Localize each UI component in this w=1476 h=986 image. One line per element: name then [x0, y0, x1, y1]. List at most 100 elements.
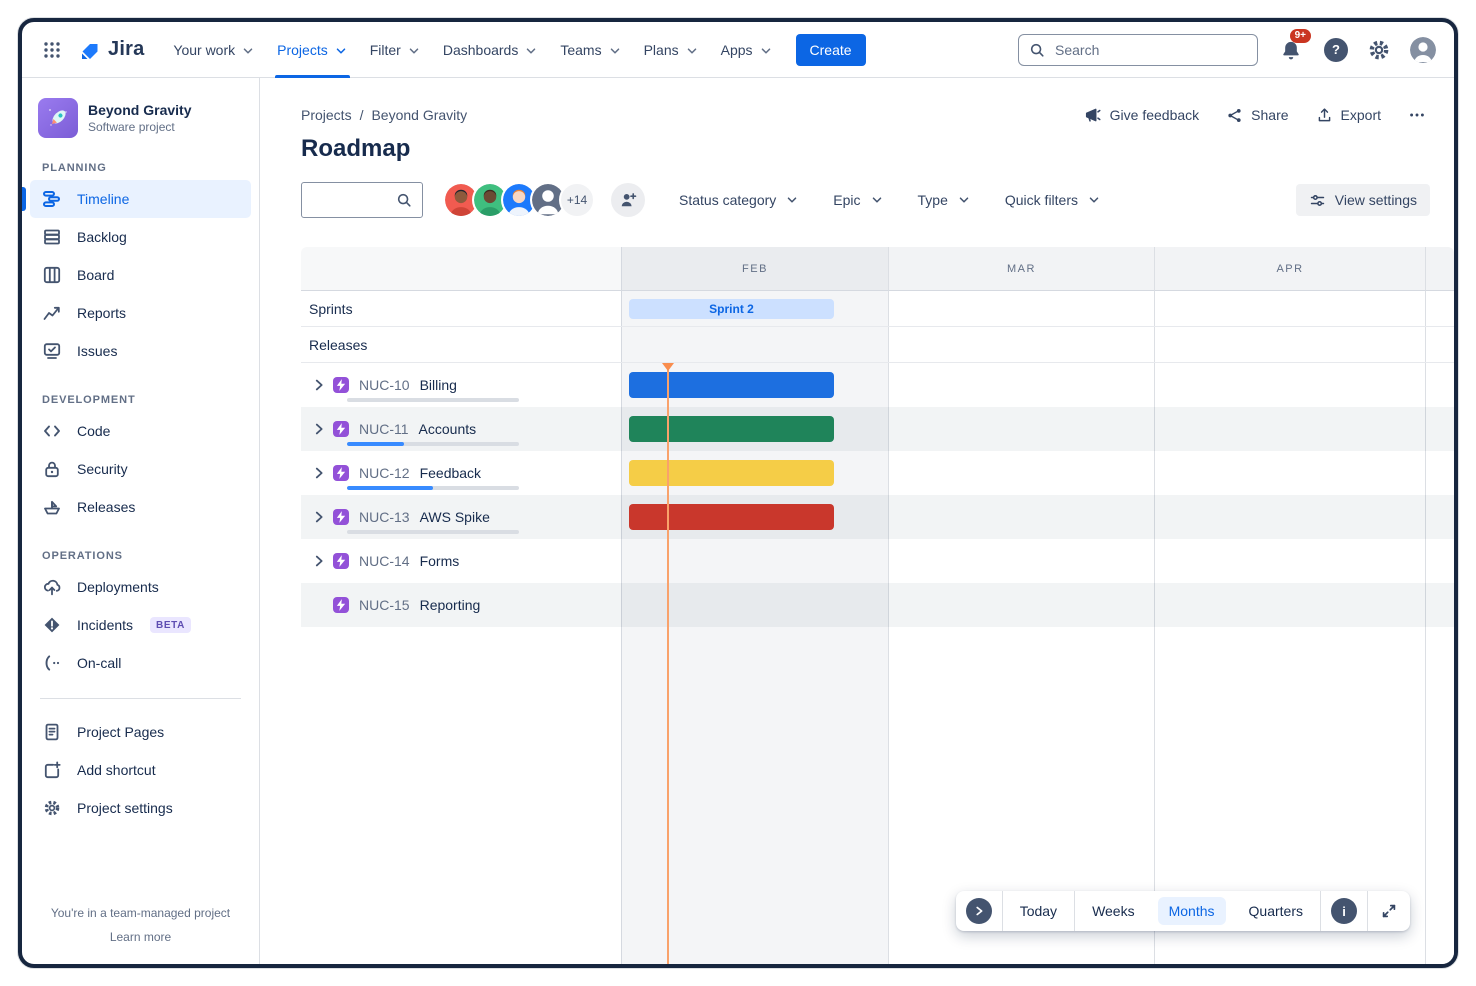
topnav-item-plans[interactable]: Plans	[633, 22, 710, 78]
project-type: Software project	[88, 120, 191, 134]
sidebar-item-deployments[interactable]: Deployments	[30, 568, 251, 606]
sidebar-item-incidents[interactable]: Incidents BETA	[30, 606, 251, 644]
chevron-down-icon	[785, 193, 799, 207]
epic-progress-bar	[347, 486, 519, 490]
sprint-chip[interactable]: Sprint 2	[629, 299, 834, 319]
sidebar-item-backlog[interactable]: Backlog	[30, 218, 251, 256]
expand-chevron-icon[interactable]	[311, 377, 327, 393]
weeks-button[interactable]: Weeks	[1075, 903, 1152, 919]
timeline-header: FEB MAR APR	[301, 247, 1454, 291]
project-avatar	[38, 98, 78, 138]
epic-row[interactable]: NUC-12 Feedback	[301, 451, 1454, 495]
jira-logo-text: Jira	[108, 38, 144, 61]
add-shortcut-icon	[42, 760, 62, 780]
info-button[interactable]: i	[1331, 898, 1357, 924]
quarters-button[interactable]: Quarters	[1232, 903, 1320, 919]
sidebar-item-code[interactable]: Code	[30, 412, 251, 450]
view-settings-button[interactable]: View settings	[1296, 184, 1430, 216]
expand-chevron-icon[interactable]	[311, 553, 327, 569]
sidebar-item-add-shortcut[interactable]: Add shortcut	[30, 751, 251, 789]
settings-gear-icon[interactable]	[1367, 38, 1391, 62]
topnav-item-label: Dashboards	[443, 42, 519, 58]
epic-row[interactable]: NUC-14 Forms	[301, 539, 1454, 583]
sidebar-item-label: Backlog	[77, 229, 127, 245]
global-search-input[interactable]	[1053, 41, 1247, 59]
epic-icon	[333, 465, 349, 481]
app-switcher-icon[interactable]	[36, 34, 68, 66]
epic-row[interactable]: NUC-15 Reporting	[301, 583, 1454, 627]
epic-timeline-bar[interactable]	[629, 460, 834, 486]
notification-badge: 9+	[1290, 29, 1311, 43]
notifications-button[interactable]: 9+	[1277, 36, 1305, 64]
epic-progress-bar	[347, 398, 519, 402]
sidebar-item-project-settings[interactable]: Project settings	[30, 789, 251, 827]
breadcrumb-project-name[interactable]: Beyond Gravity	[371, 107, 467, 123]
epic-timeline-bar[interactable]	[629, 416, 834, 442]
sidebar-item-issues[interactable]: Issues	[30, 332, 251, 370]
topnav-item-dashboards[interactable]: Dashboards	[432, 22, 550, 78]
expand-chevron-icon[interactable]	[311, 421, 327, 437]
help-button[interactable]: ?	[1324, 38, 1348, 62]
epic-timeline-bar[interactable]	[629, 504, 834, 530]
topnav-item-label: Your work	[173, 42, 235, 58]
avatar-overflow-count[interactable]: +14	[559, 182, 595, 218]
type-dropdown[interactable]: Type	[918, 192, 971, 208]
expand-chevron-icon[interactable]	[311, 509, 327, 525]
status-category-dropdown[interactable]: Status category	[679, 192, 799, 208]
epic-icon	[333, 421, 349, 437]
chevron-right-icon	[972, 904, 986, 918]
jira-logo[interactable]: Jira	[78, 38, 144, 62]
epic-row[interactable]: NUC-13 AWS Spike	[301, 495, 1454, 539]
info-icon: i	[1342, 904, 1346, 919]
chevron-down-icon	[957, 193, 971, 207]
topnav-item-teams[interactable]: Teams	[549, 22, 632, 78]
profile-avatar[interactable]	[1410, 37, 1436, 63]
epic-key: NUC-13	[359, 509, 410, 525]
search-icon	[396, 192, 412, 208]
create-button[interactable]: Create	[796, 34, 866, 66]
epic-row[interactable]: NUC-10 Billing	[301, 363, 1454, 407]
topnav-item-projects[interactable]: Projects	[266, 22, 359, 78]
action-label: Share	[1251, 107, 1288, 123]
sidebar-item-timeline[interactable]: Timeline	[30, 180, 251, 218]
section-label-planning: PLANNING	[30, 162, 251, 174]
app-window: Jira Your work Projects Filter Dashboard…	[18, 18, 1458, 968]
topnav-item-apps[interactable]: Apps	[710, 22, 784, 78]
epic-dropdown[interactable]: Epic	[833, 192, 883, 208]
months-button[interactable]: Months	[1158, 897, 1226, 925]
add-people-button[interactable]	[611, 183, 645, 217]
learn-more-link[interactable]: Learn more	[110, 930, 171, 944]
timeline-search-input[interactable]	[312, 191, 396, 209]
timeline-search[interactable]	[301, 182, 423, 218]
sidebar-item-security[interactable]: Security	[30, 450, 251, 488]
sidebar-item-releases[interactable]: Releases	[30, 488, 251, 526]
more-actions-button[interactable]	[1408, 106, 1426, 124]
epic-key: NUC-15	[359, 597, 410, 613]
sidebar-item-reports[interactable]: Reports	[30, 294, 251, 332]
breadcrumb-projects[interactable]: Projects	[301, 107, 352, 123]
add-person-icon	[619, 191, 637, 209]
give-feedback-button[interactable]: Give feedback	[1084, 106, 1200, 124]
sidebar-item-project-pages[interactable]: Project Pages	[30, 713, 251, 751]
topnav-item-your-work[interactable]: Your work	[162, 22, 266, 78]
quick-filters-dropdown[interactable]: Quick filters	[1005, 192, 1101, 208]
sidebar-item-label: Issues	[77, 343, 117, 359]
epic-row[interactable]: NUC-11 Accounts	[301, 407, 1454, 451]
collapse-panel-button[interactable]	[966, 898, 992, 924]
sidebar-item-label: On-call	[77, 655, 121, 671]
share-button[interactable]: Share	[1226, 107, 1288, 124]
sidebar-item-board[interactable]: Board	[30, 256, 251, 294]
share-icon	[1226, 107, 1243, 124]
code-icon	[42, 421, 62, 441]
expand-chevron-icon[interactable]	[311, 465, 327, 481]
global-search[interactable]	[1018, 34, 1258, 66]
topnav-item-filter[interactable]: Filter	[359, 22, 432, 78]
issues-icon	[42, 341, 62, 361]
document-icon	[42, 722, 62, 742]
today-button[interactable]: Today	[1003, 903, 1074, 919]
epic-timeline-bar[interactable]	[629, 372, 834, 398]
sidebar-item-on-call[interactable]: On-call	[30, 644, 251, 682]
export-button[interactable]: Export	[1316, 107, 1381, 124]
fullscreen-button[interactable]	[1368, 902, 1410, 920]
epic-progress-bar	[347, 530, 519, 534]
